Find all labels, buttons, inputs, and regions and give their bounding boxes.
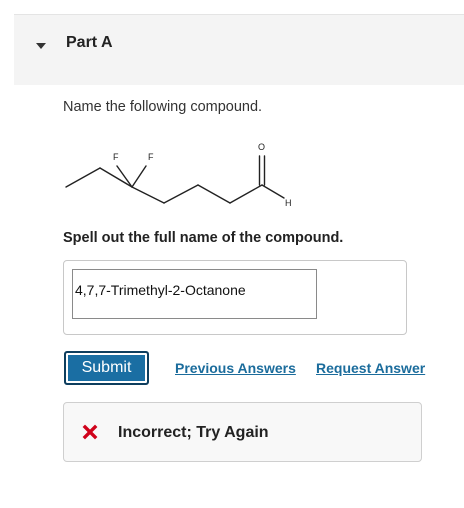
fluorine-label: F (148, 152, 154, 162)
answer-container: 4,7,7-Trimethyl-2-Octanone (63, 260, 407, 335)
submit-button[interactable]: Submit (64, 351, 149, 385)
part-title: Part A (66, 34, 113, 51)
fluorine-label: F (113, 152, 119, 162)
feedback-text: Incorrect; Try Again (118, 424, 269, 441)
feedback-panel: Incorrect; Try Again (63, 402, 422, 462)
request-answer-link[interactable]: Request Answer (316, 360, 425, 376)
hydrogen-label: H (285, 198, 292, 208)
oxygen-label: O (258, 142, 265, 152)
molecule-structure: F F O H (65, 142, 292, 208)
caret-down-icon[interactable] (36, 43, 46, 49)
question-prompt: Name the following compound. (63, 99, 263, 115)
part-header[interactable]: Part A (14, 14, 464, 85)
answer-input[interactable]: 4,7,7-Trimethyl-2-Octanone (72, 269, 317, 319)
previous-answers-link[interactable]: Previous Answers (175, 360, 296, 376)
answer-instruction: Spell out the full name of the compound. (63, 230, 344, 246)
x-icon (82, 424, 98, 440)
